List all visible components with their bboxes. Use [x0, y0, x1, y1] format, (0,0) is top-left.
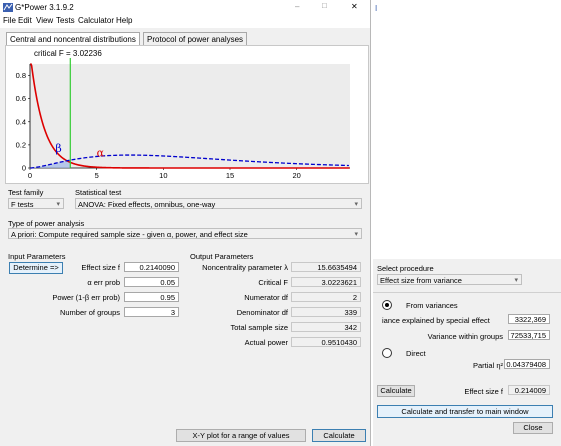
- effect-size-label: Effect size f: [81, 263, 120, 272]
- power-analysis-value: A priori: Compute required sample size -…: [11, 230, 248, 239]
- y-tick-label: 0.2: [16, 140, 26, 149]
- alpha-label: α err prob: [87, 278, 120, 287]
- effect-size-panel: Select procedure Effect size from varian…: [373, 259, 561, 446]
- maximize-icon[interactable]: □: [322, 1, 327, 10]
- tab-protocol[interactable]: Protocol of power analyses: [143, 32, 248, 46]
- y-tick-label: 0.8: [16, 71, 26, 80]
- groups-input[interactable]: 3: [124, 307, 179, 317]
- direct-radio[interactable]: [382, 348, 392, 358]
- power-input[interactable]: 0.95: [124, 292, 179, 302]
- from-variances-label: From variances: [406, 301, 458, 310]
- chevron-down-icon: ▾: [354, 201, 358, 208]
- test-family-label: Test family: [8, 188, 44, 197]
- chevron-down-icon: ▾: [354, 231, 358, 238]
- x-tick-label: 10: [159, 171, 167, 180]
- radio-selected-dot: [385, 303, 389, 307]
- variance-within-input[interactable]: 72533,715: [508, 330, 550, 340]
- groups-label: Number of groups: [59, 308, 120, 317]
- window-title: G*Power 3.1.9.2: [15, 3, 74, 12]
- actual-power-label: Actual power: [244, 338, 288, 347]
- denominator-df-label: Denominator df: [236, 308, 288, 317]
- determine-button[interactable]: Determine =>: [9, 262, 63, 274]
- numerator-df-label: Numerator df: [244, 293, 288, 302]
- calculate-effect-button[interactable]: Calculate: [377, 385, 415, 397]
- ncp-value: 15.6635494: [291, 262, 361, 272]
- power-analysis-select[interactable]: A priori: Compute required sample size -…: [8, 228, 362, 239]
- direct-label: Direct: [406, 349, 426, 358]
- variance-special-label: iance explained by special effect: [382, 316, 490, 325]
- statistical-test-select[interactable]: ANOVA: Fixed effects, omnibus, one-way ▾: [75, 198, 362, 209]
- effect-size-f-label: Effect size f: [464, 387, 503, 396]
- app-icon: [3, 3, 13, 12]
- x-tick-label: 20: [292, 171, 300, 180]
- calculate-transfer-button[interactable]: Calculate and transfer to main window: [377, 405, 553, 418]
- x-tick-label: 0: [28, 171, 32, 180]
- x-tick-label: 5: [95, 171, 99, 180]
- minimize-icon[interactable]: –: [295, 2, 299, 11]
- menu-edit[interactable]: Edit: [18, 16, 32, 25]
- statistical-test-label: Statistical test: [75, 188, 122, 197]
- total-sample-size-label: Total sample size: [230, 323, 288, 332]
- chevron-down-icon: ▾: [56, 201, 60, 208]
- power-analysis-label: Type of power analysis: [8, 219, 85, 228]
- test-family-select[interactable]: F tests ▾: [8, 198, 64, 209]
- tab-distributions[interactable]: Central and noncentral distributions: [6, 32, 140, 46]
- y-tick-label: 0.6: [16, 94, 26, 103]
- total-sample-size-value: 342: [291, 322, 361, 332]
- variance-within-label: Variance within groups: [427, 332, 503, 341]
- effect-size-f-value: 0.214009: [508, 385, 550, 395]
- from-variances-radio[interactable]: [382, 300, 392, 310]
- effect-size-input[interactable]: 0.2140090: [124, 262, 179, 272]
- menu-view[interactable]: View: [36, 16, 53, 25]
- alpha-symbol: α: [97, 146, 105, 159]
- output-parameters-title: Output Parameters: [190, 252, 254, 261]
- close-icon[interactable]: ✕: [351, 2, 358, 11]
- text-cursor: I: [375, 4, 378, 13]
- numerator-df-value: 2: [291, 292, 361, 302]
- distribution-plot: critical F = 3.02236 0 0.2 0.4 0.6 0.8 0 5 10 15…: [5, 45, 369, 184]
- y-tick-label: 0: [22, 164, 26, 173]
- variance-special-input[interactable]: 3322,369: [508, 314, 550, 324]
- ncp-label: Noncentrality parameter λ: [202, 263, 288, 272]
- actual-power-value: 0.9510430: [291, 337, 361, 347]
- input-parameters-title: Input Parameters: [8, 252, 66, 261]
- title-bar: G*Power 3.1.9.2 – □ ✕: [0, 0, 370, 15]
- divider: [373, 292, 561, 293]
- xy-plot-button[interactable]: X-Y plot for a range of values: [176, 429, 306, 442]
- critical-f-value: 3.0223621: [291, 277, 361, 287]
- x-tick-label: 15: [226, 171, 234, 180]
- plot-area: [30, 64, 350, 168]
- close-button[interactable]: Close: [513, 422, 553, 434]
- gpower-main-window: G*Power 3.1.9.2 – □ ✕ File Edit View Tes…: [0, 0, 371, 446]
- menu-bar: File Edit View Tests Calculator Help: [0, 15, 370, 28]
- menu-help[interactable]: Help: [116, 16, 132, 25]
- critical-f-out-label: Critical F: [258, 278, 288, 287]
- distribution-chart: 0 0.2 0.4 0.6 0.8 0 5 10 15 20 β α: [16, 58, 350, 180]
- procedure-select[interactable]: Effect size from variance ▾: [377, 274, 522, 285]
- statistical-test-value: ANOVA: Fixed effects, omnibus, one-way: [78, 200, 216, 209]
- calculate-button[interactable]: Calculate: [312, 429, 366, 442]
- partial-eta-label: Partial η²: [472, 361, 503, 370]
- chevron-down-icon: ▾: [514, 277, 518, 284]
- menu-tests[interactable]: Tests: [56, 16, 75, 25]
- alpha-input[interactable]: 0.05: [124, 277, 179, 287]
- y-tick-label: 0.4: [16, 117, 26, 126]
- test-family-value: F tests: [11, 200, 34, 209]
- beta-symbol: β: [55, 142, 61, 155]
- procedure-value: Effect size from variance: [380, 276, 462, 285]
- select-procedure-label: Select procedure: [377, 264, 434, 273]
- partial-eta-input[interactable]: 0.04379408: [504, 359, 550, 369]
- menu-calculator[interactable]: Calculator: [78, 16, 114, 25]
- denominator-df-value: 339: [291, 307, 361, 317]
- power-label: Power (1-β err prob): [52, 293, 120, 302]
- menu-file[interactable]: File: [3, 16, 16, 25]
